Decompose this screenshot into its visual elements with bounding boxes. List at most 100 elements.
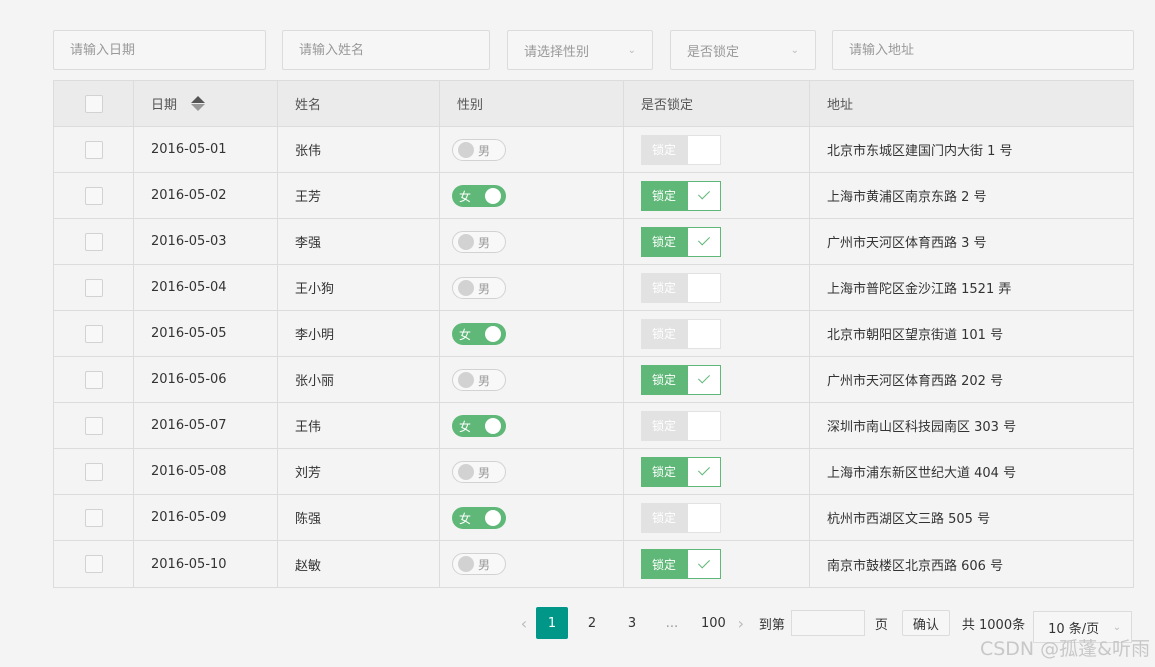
row-checkbox[interactable] [84, 555, 103, 573]
header-gender-label: 性别 [457, 98, 484, 113]
table-row: 2016-05-02 王芳 女 锁定 上海市黄浦区南京东路 2 号 [54, 173, 1133, 219]
lock-checkbox-label: 锁定 [641, 226, 687, 257]
lock-checkbox-box [687, 502, 721, 533]
chevron-down-icon: ⌄ [790, 44, 799, 56]
lock-checkbox-label: 锁定 [641, 410, 687, 441]
lock-checkbox[interactable]: 锁定 [641, 502, 721, 533]
gender-cell: 男 [440, 265, 624, 310]
gender-switch[interactable]: 男 [452, 276, 506, 299]
gender-switch-label: 男 [478, 558, 491, 572]
gender-switch[interactable]: 女 [452, 414, 506, 437]
gender-cell: 男 [440, 449, 624, 494]
lock-checkbox[interactable]: 锁定 [641, 272, 721, 303]
switch-knob [458, 556, 474, 572]
lock-checkbox[interactable]: 锁定 [641, 549, 721, 579]
date-filter-input[interactable] [70, 42, 249, 58]
name-filter-input[interactable] [299, 42, 473, 58]
address-filter-field[interactable] [832, 30, 1134, 70]
checkmark-icon [697, 187, 711, 200]
goto-page-input[interactable] [790, 610, 865, 636]
gender-cell: 男 [440, 127, 624, 172]
lock-checkbox-label: 锁定 [641, 318, 687, 349]
gender-switch[interactable]: 女 [452, 322, 506, 345]
date-cell: 2016-05-04 [134, 265, 278, 310]
name-cell: 李小明 [278, 311, 440, 356]
lock-cell: 锁定 [624, 265, 810, 310]
gender-switch[interactable]: 男 [452, 230, 506, 253]
header-date[interactable]: 日期 [134, 81, 278, 126]
row-checkbox[interactable] [84, 370, 103, 389]
date-cell: 2016-05-02 [134, 173, 278, 218]
switch-knob [485, 417, 501, 434]
header-locked: 是否锁定 [624, 81, 810, 126]
gender-switch[interactable]: 男 [452, 553, 506, 575]
date-filter-field[interactable] [53, 30, 266, 70]
lock-checkbox[interactable]: 锁定 [641, 134, 721, 165]
row-checkbox[interactable] [84, 232, 103, 251]
lock-checkbox[interactable]: 锁定 [641, 456, 721, 487]
lock-checkbox[interactable]: 锁定 [641, 226, 721, 257]
row-checkbox[interactable] [84, 278, 103, 297]
row-checkbox[interactable] [84, 416, 103, 435]
name-cell: 陈强 [278, 495, 440, 540]
page-unit-label: 页 [874, 617, 888, 633]
goto-confirm-button[interactable]: 确认 [901, 610, 950, 636]
lock-select[interactable]: 是否锁定 ⌄ [670, 30, 816, 70]
switch-knob [458, 233, 474, 250]
lock-checkbox-label: 锁定 [641, 549, 687, 579]
gender-cell: 男 [440, 541, 624, 587]
name-filter-field[interactable] [282, 30, 490, 70]
gender-switch[interactable]: 男 [452, 460, 506, 483]
gender-switch-label: 女 [459, 511, 472, 526]
address-cell: 北京市东城区建国门内大街 1 号 [827, 144, 1013, 159]
row-select-cell [54, 403, 134, 448]
gender-switch[interactable]: 男 [452, 368, 506, 391]
lock-cell: 锁定 [624, 541, 810, 587]
total-count: 共 1000条 [961, 617, 1026, 633]
page-3-button[interactable]: 3 [616, 607, 648, 639]
gender-switch[interactable]: 女 [452, 184, 506, 207]
sort-ascending-icon[interactable] [191, 96, 206, 103]
checkmark-icon [697, 371, 711, 384]
table-row: 2016-05-06 张小丽 男 锁定 广州市天河区体育西路 202 号 [54, 357, 1133, 403]
checkmark-icon [697, 463, 711, 476]
page-2-button[interactable]: 2 [576, 607, 608, 639]
lock-checkbox-label: 锁定 [641, 272, 687, 303]
row-checkbox[interactable] [84, 324, 103, 343]
sort-descending-icon[interactable] [191, 104, 206, 111]
lock-checkbox[interactable]: 锁定 [641, 180, 721, 211]
next-page-icon[interactable]: › [731, 614, 751, 633]
gender-switch-label: 女 [459, 189, 472, 204]
table-row: 2016-05-09 陈强 女 锁定 杭州市西湖区文三路 505 号 [54, 495, 1133, 541]
select-all-checkbox[interactable] [84, 94, 103, 113]
gender-switch-label: 男 [478, 235, 491, 250]
row-checkbox[interactable] [84, 186, 103, 205]
chevron-down-icon: ⌄ [627, 44, 636, 56]
lock-checkbox[interactable]: 锁定 [641, 410, 721, 441]
gender-switch-label: 男 [478, 281, 491, 296]
address-cell: 上海市普陀区金沙江路 1521 弄 [827, 282, 1012, 297]
lock-cell: 锁定 [624, 311, 810, 356]
gender-switch[interactable]: 女 [452, 506, 506, 529]
checkmark-icon [697, 233, 711, 246]
table-header-row: 日期 姓名 性别 是否锁定 地址 [54, 81, 1133, 127]
row-checkbox[interactable] [84, 462, 103, 481]
gender-select[interactable]: 请选择性别 ⌄ [507, 30, 653, 70]
row-select-cell [54, 541, 134, 587]
page-1-button[interactable]: 1 [536, 607, 568, 639]
lock-checkbox[interactable]: 锁定 [641, 318, 721, 349]
header-name: 姓名 [278, 81, 440, 126]
lock-checkbox-box [687, 456, 721, 487]
prev-page-icon[interactable]: ‹ [514, 614, 534, 633]
switch-knob [458, 371, 474, 388]
sort-icon[interactable] [191, 96, 206, 111]
row-checkbox[interactable] [84, 140, 103, 159]
address-cell: 上海市浦东新区世纪大道 404 号 [827, 466, 1017, 481]
date-cell: 2016-05-06 [134, 357, 278, 402]
lock-checkbox[interactable]: 锁定 [641, 364, 721, 395]
row-checkbox[interactable] [84, 508, 103, 527]
gender-switch[interactable]: 男 [452, 138, 506, 161]
lock-checkbox-label: 锁定 [641, 180, 687, 211]
last-page-button[interactable]: 100 [696, 607, 731, 639]
address-filter-input[interactable] [849, 42, 1117, 58]
